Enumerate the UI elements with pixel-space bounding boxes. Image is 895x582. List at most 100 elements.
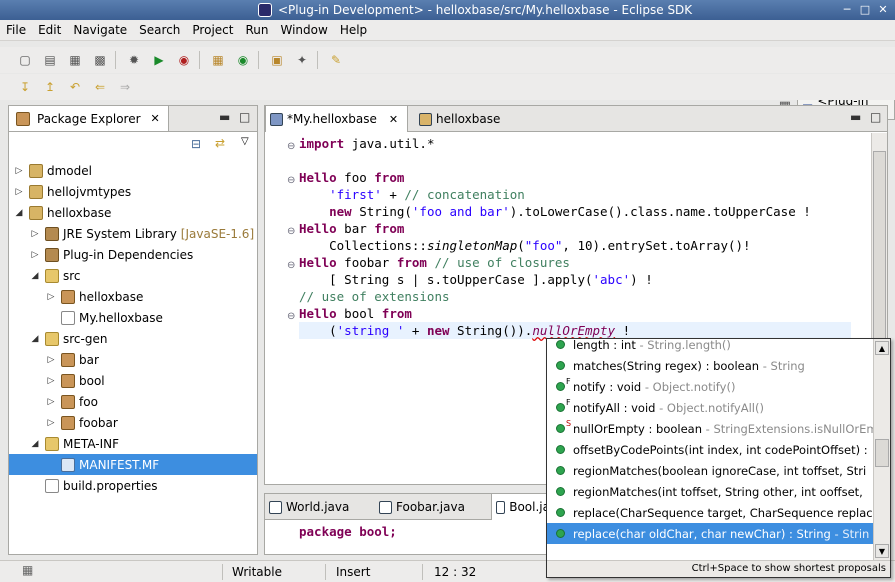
tab-bool-java[interactable]: Bool.ja — [491, 494, 551, 520]
tab-my-helloxbase[interactable]: *My.helloxbase ✕ — [265, 106, 408, 132]
tree-item[interactable]: ◢ helloxbase — [9, 202, 257, 223]
collapsed-twisty-icon[interactable]: ▷ — [13, 187, 25, 197]
proposal-item[interactable]: regionMatches(boolean ignoreCase, int to… — [547, 460, 873, 481]
collapse-all-icon[interactable]: ⊟ — [191, 137, 201, 151]
fold-icon[interactable]: ⊖ — [287, 141, 295, 152]
scroll-down-icon[interactable]: ▼ — [875, 544, 889, 558]
fold-icon[interactable]: ⊖ — [287, 175, 295, 186]
proposal-scrollbar[interactable]: ▲ ▼ — [873, 339, 890, 561]
back-icon[interactable]: ⇐ — [89, 76, 111, 98]
collapsed-twisty-icon[interactable]: ▷ — [45, 292, 57, 302]
tree-item[interactable]: ◢ src — [9, 265, 257, 286]
collapsed-twisty-icon[interactable]: ▷ — [45, 376, 57, 386]
fast-view-icon[interactable]: ▦ — [22, 563, 33, 577]
tree-item[interactable]: ▷ foobar — [9, 412, 257, 433]
menu-window[interactable]: Window — [274, 23, 333, 37]
menu-edit[interactable]: Edit — [32, 23, 67, 37]
menu-run[interactable]: Run — [239, 23, 274, 37]
print-icon[interactable]: ▩ — [89, 49, 111, 71]
tab-helloxbase[interactable]: helloxbase — [415, 106, 535, 132]
collapsed-twisty-icon[interactable]: ▷ — [29, 229, 41, 239]
last-edit-icon[interactable]: ↶ — [64, 76, 86, 98]
forward-icon[interactable]: ⇒ — [114, 76, 136, 98]
tree-item[interactable]: build.properties — [9, 475, 257, 496]
expanded-twisty-icon[interactable]: ◢ — [29, 334, 41, 344]
proposal-item[interactable]: replace(char oldChar, char newChar) : St… — [547, 523, 873, 544]
expanded-twisty-icon[interactable]: ◢ — [13, 208, 25, 218]
proposal-item[interactable]: length : int - String.length() — [547, 339, 873, 355]
scrollbar-thumb[interactable] — [875, 439, 889, 467]
search-icon[interactable]: ✦ — [291, 49, 313, 71]
close-icon[interactable]: ✕ — [389, 113, 398, 126]
proposal-item[interactable]: offsetByCodePoints(int index, int codePo… — [547, 439, 873, 460]
tree-item[interactable]: ▷ Plug-in Dependencies — [9, 244, 257, 265]
tree-item[interactable]: My.helloxbase — [9, 307, 257, 328]
tree-item-label: src-gen — [63, 331, 108, 346]
next-annotation-icon[interactable]: ↧ — [14, 76, 36, 98]
previous-annotation-icon[interactable]: ↥ — [39, 76, 61, 98]
save-icon[interactable]: ▤ — [39, 49, 61, 71]
proposal-item[interactable]: matches(String regex) : boolean - String — [547, 355, 873, 376]
proposal-signature: notifyAll : void — [573, 400, 656, 415]
tab-foobar-java[interactable]: Foobar.java — [375, 494, 485, 520]
tree-item-label: bool — [79, 373, 105, 388]
maximize-view-icon[interactable]: □ — [870, 110, 881, 124]
expanded-twisty-icon[interactable]: ◢ — [29, 439, 41, 449]
debug-icon[interactable]: ✹ — [123, 49, 145, 71]
maximize-view-icon[interactable]: □ — [239, 110, 250, 124]
collapsed-twisty-icon[interactable]: ▷ — [29, 250, 41, 260]
fold-icon[interactable]: ⊖ — [287, 260, 295, 271]
proposal-detail: - StringExtensions.isNullOrEm — [702, 421, 873, 436]
tree-item[interactable]: ▷ JRE System Library [JavaSE-1.6] — [9, 223, 257, 244]
menu-project[interactable]: Project — [186, 23, 239, 37]
proposal-item[interactable]: Fnotify : void - Object.notify() — [547, 376, 873, 397]
proposal-item[interactable]: FnotifyAll : void - Object.notifyAll() — [547, 397, 873, 418]
maximize-icon[interactable]: □ — [857, 2, 873, 18]
menu-file[interactable]: File — [0, 23, 32, 37]
run-icon[interactable]: ▶ — [148, 49, 170, 71]
minimize-view-icon[interactable]: ▬ — [850, 110, 861, 124]
proposal-item[interactable]: replace(CharSequence target, CharSequenc… — [547, 502, 873, 523]
tree-item[interactable]: ▷ dmodel — [9, 160, 257, 181]
new-icon[interactable]: ▢ — [14, 49, 36, 71]
tab-package-explorer[interactable]: Package Explorer ✕ — [9, 106, 169, 131]
tree-item[interactable]: ▷ helloxbase — [9, 286, 257, 307]
menu-search[interactable]: Search — [133, 23, 186, 37]
collapsed-twisty-icon[interactable]: ▷ — [13, 166, 25, 176]
new-class-icon[interactable]: ◉ — [232, 49, 254, 71]
save-all-icon[interactable]: ▦ — [64, 49, 86, 71]
menu-help[interactable]: Help — [334, 23, 373, 37]
final-marker-icon: F — [566, 377, 571, 386]
main-toolbar: ▢ ▤ ▦ ▩ ✹ ▶ ◉ ▦ ◉ ▣ ✦ ✎ ▦ ▦ <Plug-in De.… — [0, 47, 895, 122]
close-icon[interactable]: ✕ — [875, 2, 891, 18]
link-editor-icon[interactable]: ⇄ — [215, 136, 225, 150]
tree-item[interactable]: ◢ META-INF — [9, 433, 257, 454]
code-text[interactable]: import java.util.* Hello foo from 'first… — [299, 135, 811, 339]
new-package-icon[interactable]: ▦ — [207, 49, 229, 71]
tree-item[interactable]: MANIFEST.MF — [9, 454, 257, 475]
menu-navigate[interactable]: Navigate — [67, 23, 133, 37]
tree-item[interactable]: ▷ hellojvmtypes — [9, 181, 257, 202]
code-line: Hello foo from — [299, 170, 405, 185]
fold-icon[interactable]: ⊖ — [287, 311, 295, 322]
external-tools-icon[interactable]: ◉ — [173, 49, 195, 71]
expanded-twisty-icon[interactable]: ◢ — [29, 271, 41, 281]
tree-item[interactable]: ◢ src-gen — [9, 328, 257, 349]
tab-world-java[interactable]: World.java — [265, 494, 369, 520]
scroll-up-icon[interactable]: ▲ — [875, 341, 889, 355]
minimize-view-icon[interactable]: ▬ — [219, 110, 230, 124]
tree-item[interactable]: ▷ bool — [9, 370, 257, 391]
minimize-icon[interactable]: ─ — [839, 2, 855, 18]
collapsed-twisty-icon[interactable]: ▷ — [45, 397, 57, 407]
close-icon[interactable]: ✕ — [151, 112, 160, 125]
collapsed-twisty-icon[interactable]: ▷ — [45, 355, 57, 365]
tree-item[interactable]: ▷ bar — [9, 349, 257, 370]
open-type-icon[interactable]: ▣ — [266, 49, 288, 71]
view-menu-icon[interactable]: ▽ — [241, 136, 249, 147]
tree-item[interactable]: ▷ foo — [9, 391, 257, 412]
collapsed-twisty-icon[interactable]: ▷ — [45, 418, 57, 428]
proposal-item[interactable]: SnullOrEmpty : boolean - StringExtension… — [547, 418, 873, 439]
fold-icon[interactable]: ⊖ — [287, 226, 295, 237]
proposal-item[interactable]: regionMatches(int toffset, String other,… — [547, 481, 873, 502]
pen-icon[interactable]: ✎ — [325, 49, 347, 71]
